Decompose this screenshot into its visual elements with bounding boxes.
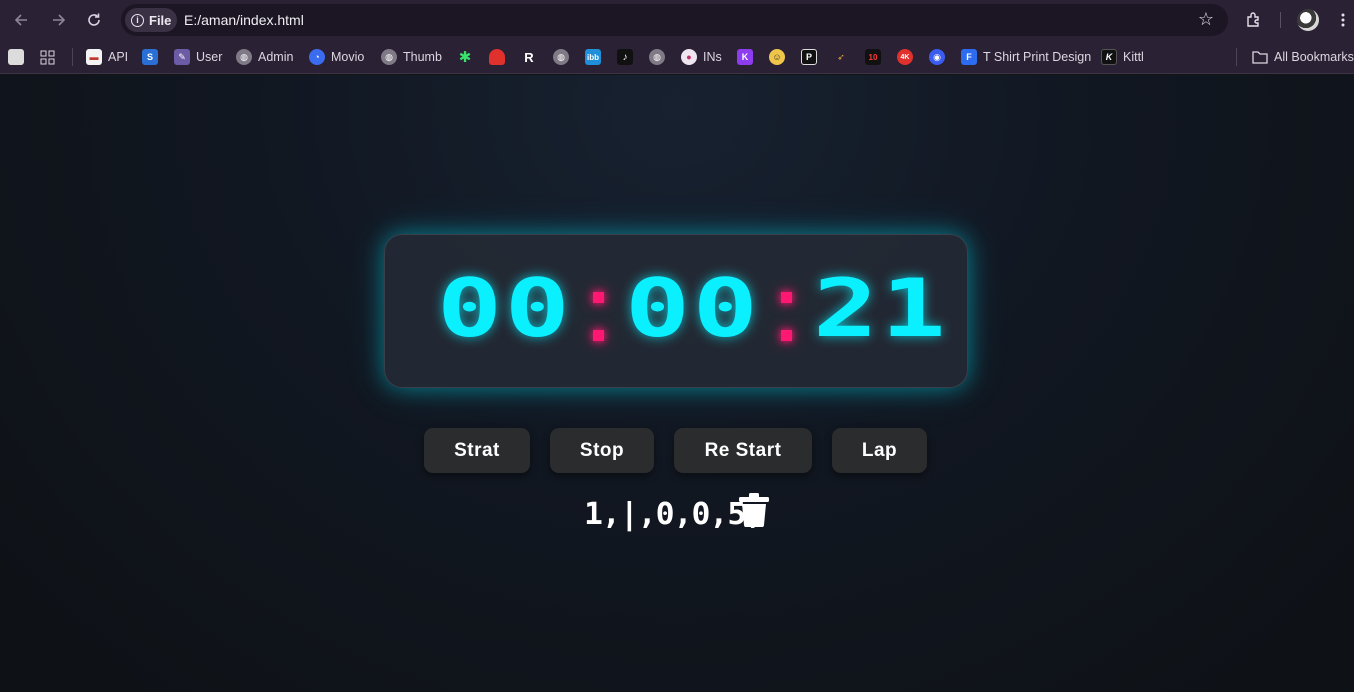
bookmark-globe-2[interactable]: ◍ <box>649 48 665 66</box>
seconds-display: 21 <box>813 262 949 355</box>
face-icon: ☺ <box>769 49 785 65</box>
r-icon: R <box>524 49 534 65</box>
bookmark-10[interactable]: 10 <box>865 48 881 66</box>
bookmark-thumb[interactable]: ◍ Thumb <box>381 48 442 66</box>
reload-icon[interactable] <box>82 8 106 32</box>
bookmark-wing[interactable]: ➶ <box>833 48 849 66</box>
bookmark-globe[interactable]: ◍ <box>553 48 569 66</box>
bookmark-movio[interactable]: ◔ Movio <box>309 48 364 66</box>
lap-button[interactable]: Lap <box>832 428 927 473</box>
tab-groups-icon[interactable] <box>8 48 24 66</box>
red-bag-icon <box>489 49 505 65</box>
stop-button[interactable]: Stop <box>550 428 654 473</box>
apps-grid-icon[interactable] <box>40 48 55 66</box>
forward-arrow-icon[interactable] <box>46 8 70 32</box>
bookmarks-divider <box>72 48 73 66</box>
ten-icon: 10 <box>865 49 881 65</box>
bookmark-ins[interactable]: ● INs <box>681 48 722 66</box>
bookmark-api[interactable]: ▬ API <box>86 48 128 66</box>
4k-icon: 4K <box>897 49 913 65</box>
orb-icon: ◉ <box>929 49 945 65</box>
bookmarks-divider <box>1236 48 1237 66</box>
kittl-icon: K <box>1101 49 1117 65</box>
info-icon: i <box>131 13 144 27</box>
extensions-icon[interactable] <box>1242 8 1266 32</box>
wing-icon: ➶ <box>837 51 845 62</box>
colon-separator <box>781 292 792 352</box>
browser-toolbar: i File E:/aman/index.html ☆ <box>0 0 1354 40</box>
toolbar-divider <box>1280 12 1281 28</box>
menu-kebab-icon[interactable] <box>1331 8 1354 32</box>
bookmark-red[interactable] <box>489 48 505 66</box>
hours-display: 00 <box>437 262 573 355</box>
user-icon: ✎ <box>174 49 190 65</box>
movio-icon: ◔ <box>309 49 325 65</box>
s-icon: S <box>142 49 158 65</box>
bookmark-kittl[interactable]: K Kittl <box>1101 48 1144 66</box>
bookmark-4k[interactable]: 4K <box>897 48 913 66</box>
bookmarks-bar: ▬ API S ✎ User ◍ Admin ◔ Movio ◍ Thumb ✱… <box>0 40 1354 74</box>
profile-avatar[interactable] <box>1297 9 1319 31</box>
bookmark-p[interactable]: P <box>801 48 817 66</box>
start-button[interactable]: Strat <box>424 428 530 473</box>
tiktok-icon: ♪ <box>617 49 633 65</box>
globe-icon: ◍ <box>649 49 665 65</box>
stopwatch-page: 00 00 21 Strat Stop Re Start Lap 1,|,0,0… <box>0 75 1354 692</box>
bookmark-s[interactable]: S <box>142 48 158 66</box>
colon-separator <box>593 292 604 352</box>
globe-icon: ◍ <box>553 49 569 65</box>
back-arrow-icon[interactable] <box>10 8 34 32</box>
globe-icon: ◍ <box>381 49 397 65</box>
asterisk-icon: ✱ <box>458 49 472 66</box>
minutes-display: 00 <box>625 262 761 355</box>
address-bar[interactable]: i File E:/aman/index.html ☆ <box>121 4 1228 36</box>
bookmark-blue-orb[interactable]: ◉ <box>929 48 945 66</box>
bookmark-tshirt[interactable]: F T Shirt Print Design <box>961 48 1091 66</box>
ibb-icon: ibb <box>585 49 601 65</box>
scheme-label: File <box>149 12 172 28</box>
trash-icon[interactable] <box>739 493 769 527</box>
url-text[interactable]: E:/aman/index.html <box>184 12 304 28</box>
site-info-chip[interactable]: i File <box>125 8 177 32</box>
folder-icon <box>1252 51 1268 64</box>
globe-icon: ◍ <box>236 49 252 65</box>
api-icon: ▬ <box>86 49 102 65</box>
p-icon: P <box>801 49 817 65</box>
bookmark-user[interactable]: ✎ User <box>174 48 222 66</box>
bookmark-green-star[interactable]: ✱ <box>457 48 473 66</box>
bookmark-tiktok[interactable]: ♪ <box>617 48 633 66</box>
restart-button[interactable]: Re Start <box>674 428 812 473</box>
ins-icon: ● <box>681 49 697 65</box>
bookmark-star-icon[interactable]: ☆ <box>1198 9 1214 30</box>
bookmark-r[interactable]: R <box>521 48 537 66</box>
bookmark-k[interactable]: K <box>737 48 753 66</box>
bookmark-admin[interactable]: ◍ Admin <box>236 48 293 66</box>
all-bookmarks[interactable]: All Bookmarks <box>1252 48 1354 66</box>
bookmark-ibb[interactable]: ibb <box>585 48 601 66</box>
stopwatch-display: 00 00 21 <box>384 234 968 388</box>
k-icon: K <box>737 49 753 65</box>
f-icon: F <box>961 49 977 65</box>
bookmark-face[interactable]: ☺ <box>769 48 785 66</box>
lap-list: 1,|,0,0,5, <box>584 497 764 532</box>
